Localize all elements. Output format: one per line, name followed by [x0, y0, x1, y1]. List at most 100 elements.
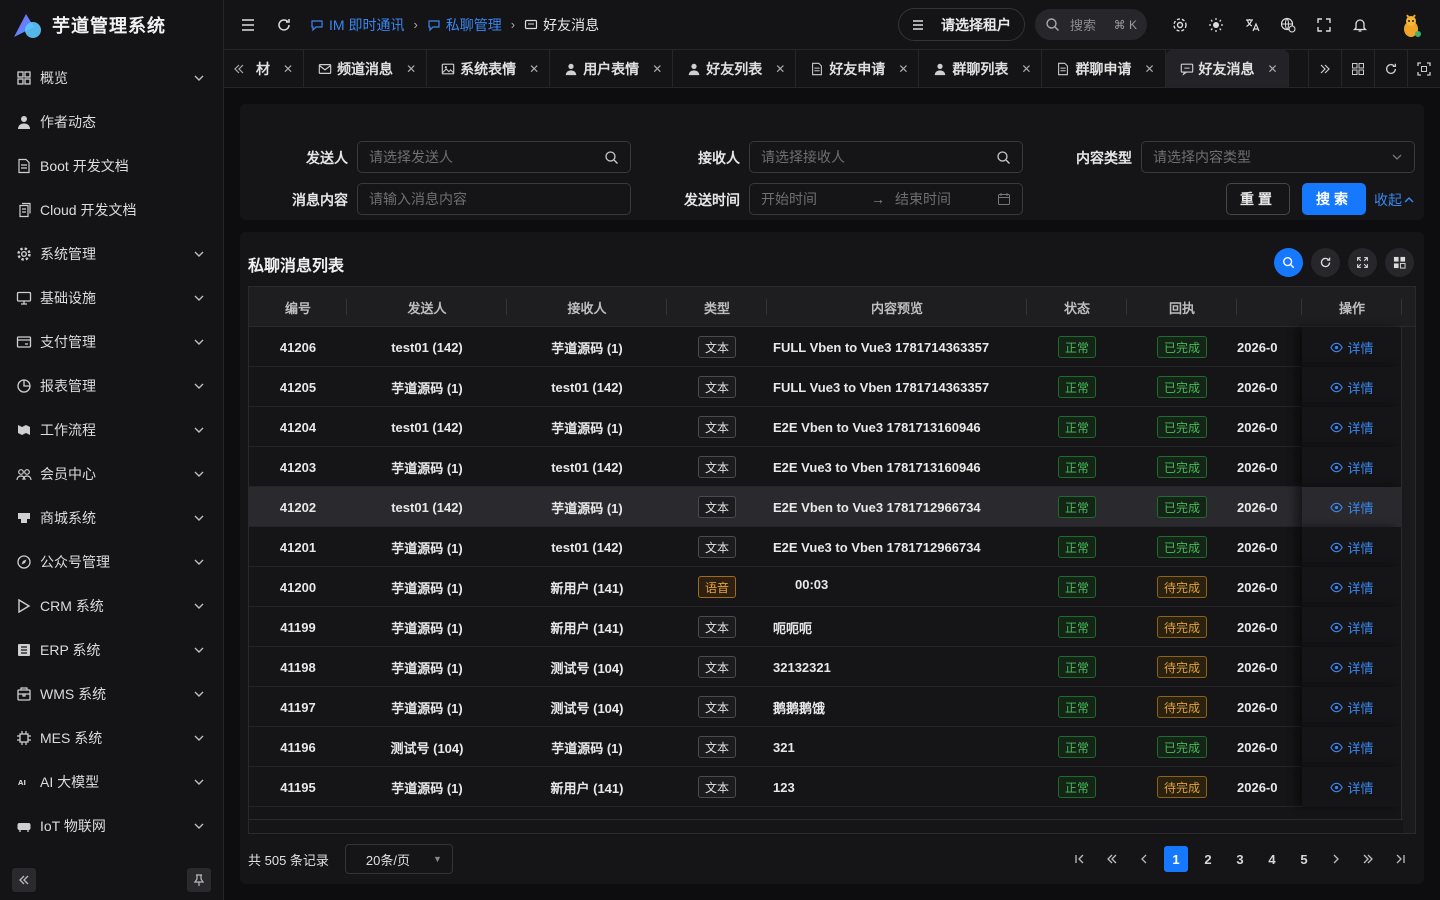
sidebar-item-7[interactable]: 报表管理 — [0, 364, 223, 408]
detail-link[interactable]: 详情 — [1330, 338, 1374, 357]
page-3-button[interactable]: 3 — [1224, 846, 1256, 872]
table-row[interactable]: 41203 芋道源码 (1) test01 (142) 文本 E2E Vue3 to V… — [249, 447, 1415, 487]
time-end-input[interactable]: 结束时间 — [895, 189, 951, 209]
jump-next-button[interactable] — [1352, 846, 1384, 872]
sidebar-item-8[interactable]: 工作流程 — [0, 408, 223, 452]
first-page-button[interactable] — [1064, 846, 1096, 872]
send-time-range[interactable]: 开始时间 → 结束时间 — [749, 183, 1023, 215]
tab-refresh-button[interactable] — [1374, 50, 1407, 87]
column-header[interactable]: 回执 — [1127, 287, 1237, 327]
sidebar-item-14[interactable]: WMS 系统 — [0, 672, 223, 716]
tab-5[interactable]: 好友申请 ✕ — [796, 50, 920, 87]
global-search[interactable]: 搜索 ⌘ K — [1035, 9, 1147, 40]
horizontal-scrollbar[interactable] — [249, 819, 1403, 833]
table-row[interactable]: 41205 芋道源码 (1) test01 (142) 文本 FULL Vue3 to … — [249, 367, 1415, 407]
table-refresh-button[interactable] — [1311, 248, 1340, 277]
sidebar-item-2[interactable]: Boot 开发文档 — [0, 144, 223, 188]
detail-link[interactable]: 详情 — [1330, 618, 1374, 637]
sidebar-item-6[interactable]: 支付管理 — [0, 320, 223, 364]
tab-maximize-button[interactable] — [1407, 50, 1440, 87]
page-4-button[interactable]: 4 — [1256, 846, 1288, 872]
table-row[interactable]: 41206 test01 (142) 芋道源码 (1) 文本 FULL Vben to … — [249, 327, 1415, 367]
jump-prev-button[interactable] — [1096, 846, 1128, 872]
page-2-button[interactable]: 2 — [1192, 846, 1224, 872]
vertical-scrollbar[interactable] — [1401, 327, 1415, 833]
tabs-scroll-right-button[interactable] — [1308, 50, 1341, 87]
table-row[interactable]: 41196 测试号 (104) 芋道源码 (1) 文本 321 正常 已完成 2026-0 详情 — [249, 727, 1415, 767]
sidebar-item-0[interactable]: 概览 — [0, 56, 223, 100]
toggle-search-button[interactable] — [1274, 248, 1303, 277]
detail-link[interactable]: 详情 — [1330, 538, 1374, 557]
language-button[interactable] — [1234, 7, 1270, 43]
fullscreen-button[interactable] — [1306, 7, 1342, 43]
user-avatar[interactable] — [1396, 10, 1426, 40]
sidebar-item-15[interactable]: MES 系统 — [0, 716, 223, 760]
detail-link[interactable]: 详情 — [1330, 458, 1374, 477]
table-row[interactable]: 41199 芋道源码 (1) 新用户 (141) 文本 呃呃呃 正常 待完成 2026-0 详情 — [249, 607, 1415, 647]
table-row[interactable]: 41201 芋道源码 (1) test01 (142) 文本 E2E Vue3 to V… — [249, 527, 1415, 567]
table-row[interactable]: 41202 test01 (142) 芋道源码 (1) 文本 E2E Vben to V… — [249, 487, 1415, 527]
content-type-select[interactable]: 请选择内容类型 — [1141, 141, 1415, 173]
column-header[interactable] — [1237, 287, 1302, 327]
app-logo[interactable]: 芋道管理系统 — [0, 0, 223, 50]
close-icon[interactable]: ✕ — [529, 62, 539, 76]
column-header[interactable]: 状态 — [1027, 287, 1127, 327]
sidebar-item-9[interactable]: 会员中心 — [0, 452, 223, 496]
column-header[interactable]: 操作 — [1302, 287, 1402, 327]
sidebar-item-5[interactable]: 基础设施 — [0, 276, 223, 320]
column-settings-button[interactable] — [1385, 248, 1414, 277]
tab-1[interactable]: 频道消息 ✕ — [304, 50, 428, 87]
refresh-button[interactable] — [266, 7, 302, 43]
detail-link[interactable]: 详情 — [1330, 378, 1374, 397]
breadcrumb-im[interactable]: IM 即时通讯 — [310, 15, 404, 35]
content-input[interactable]: 请输入消息内容 — [357, 183, 631, 215]
menu-toggle-button[interactable] — [230, 7, 266, 43]
close-icon[interactable]: ✕ — [1144, 62, 1154, 76]
sidebar-item-13[interactable]: ERP 系统 — [0, 628, 223, 672]
close-icon[interactable]: ✕ — [283, 62, 293, 76]
theme-toggle-button[interactable] — [1198, 7, 1234, 43]
sidebar-item-17[interactable]: IoT 物联网 — [0, 804, 223, 848]
close-icon[interactable]: ✕ — [1268, 62, 1278, 76]
tab-7[interactable]: 群聊申请 ✕ — [1042, 50, 1166, 87]
table-row[interactable]: 41197 芋道源码 (1) 测试号 (104) 文本 鹅鹅鹅饿 正常 待完成 2026-0 详… — [249, 687, 1415, 727]
sidebar-item-11[interactable]: 公众号管理 — [0, 540, 223, 584]
sidebar-item-10[interactable]: 商城系统 — [0, 496, 223, 540]
detail-link[interactable]: 详情 — [1330, 578, 1374, 597]
page-1-button[interactable]: 1 — [1164, 846, 1188, 872]
next-page-button[interactable] — [1320, 846, 1352, 872]
detail-link[interactable]: 详情 — [1330, 778, 1374, 797]
notifications-button[interactable] — [1342, 7, 1378, 43]
close-icon[interactable]: ✕ — [652, 62, 662, 76]
sidebar-item-12[interactable]: CRM 系统 — [0, 584, 223, 628]
tabs-scroll-left-button[interactable] — [224, 50, 254, 87]
column-header[interactable]: 编号 — [249, 287, 347, 327]
settings-button[interactable] — [1162, 7, 1198, 43]
table-row[interactable]: 41200 芋道源码 (1) 新用户 (141) 语音 00:03 正常 待完成 2026-0… — [249, 567, 1415, 607]
sidebar-item-4[interactable]: 系统管理 — [0, 232, 223, 276]
table-row[interactable]: 41195 芋道源码 (1) 新用户 (141) 文本 123 正常 待完成 2026-0 详情 — [249, 767, 1415, 807]
column-header[interactable]: 发送人 — [347, 287, 507, 327]
detail-link[interactable]: 详情 — [1330, 498, 1374, 517]
tab-8[interactable]: 好友消息 ✕ — [1165, 50, 1289, 87]
tab-2[interactable]: 系统表情 ✕ — [427, 50, 551, 87]
tab-4[interactable]: 好友列表 ✕ — [673, 50, 797, 87]
page-5-button[interactable]: 5 — [1288, 846, 1320, 872]
reset-button[interactable]: 重置 — [1226, 183, 1290, 215]
collapse-filter-link[interactable]: 收起 — [1374, 190, 1414, 210]
sidebar-item-16[interactable]: AI AI 大模型 — [0, 760, 223, 804]
close-icon[interactable]: ✕ — [1021, 62, 1031, 76]
table-fullscreen-button[interactable] — [1348, 248, 1377, 277]
close-icon[interactable]: ✕ — [898, 62, 908, 76]
column-header[interactable]: 类型 — [667, 287, 767, 327]
detail-link[interactable]: 详情 — [1330, 738, 1374, 757]
search-button[interactable]: 搜索 — [1302, 183, 1366, 215]
time-start-input[interactable]: 开始时间 — [761, 189, 861, 209]
sidebar-item-1[interactable]: 作者动态 — [0, 100, 223, 144]
close-icon[interactable]: ✕ — [775, 62, 785, 76]
prev-page-button[interactable] — [1128, 846, 1160, 872]
detail-link[interactable]: 详情 — [1330, 658, 1374, 677]
detail-link[interactable]: 详情 — [1330, 418, 1374, 437]
table-row[interactable]: 41204 test01 (142) 芋道源码 (1) 文本 E2E Vben to V… — [249, 407, 1415, 447]
tab-6[interactable]: 群聊列表 ✕ — [919, 50, 1043, 87]
